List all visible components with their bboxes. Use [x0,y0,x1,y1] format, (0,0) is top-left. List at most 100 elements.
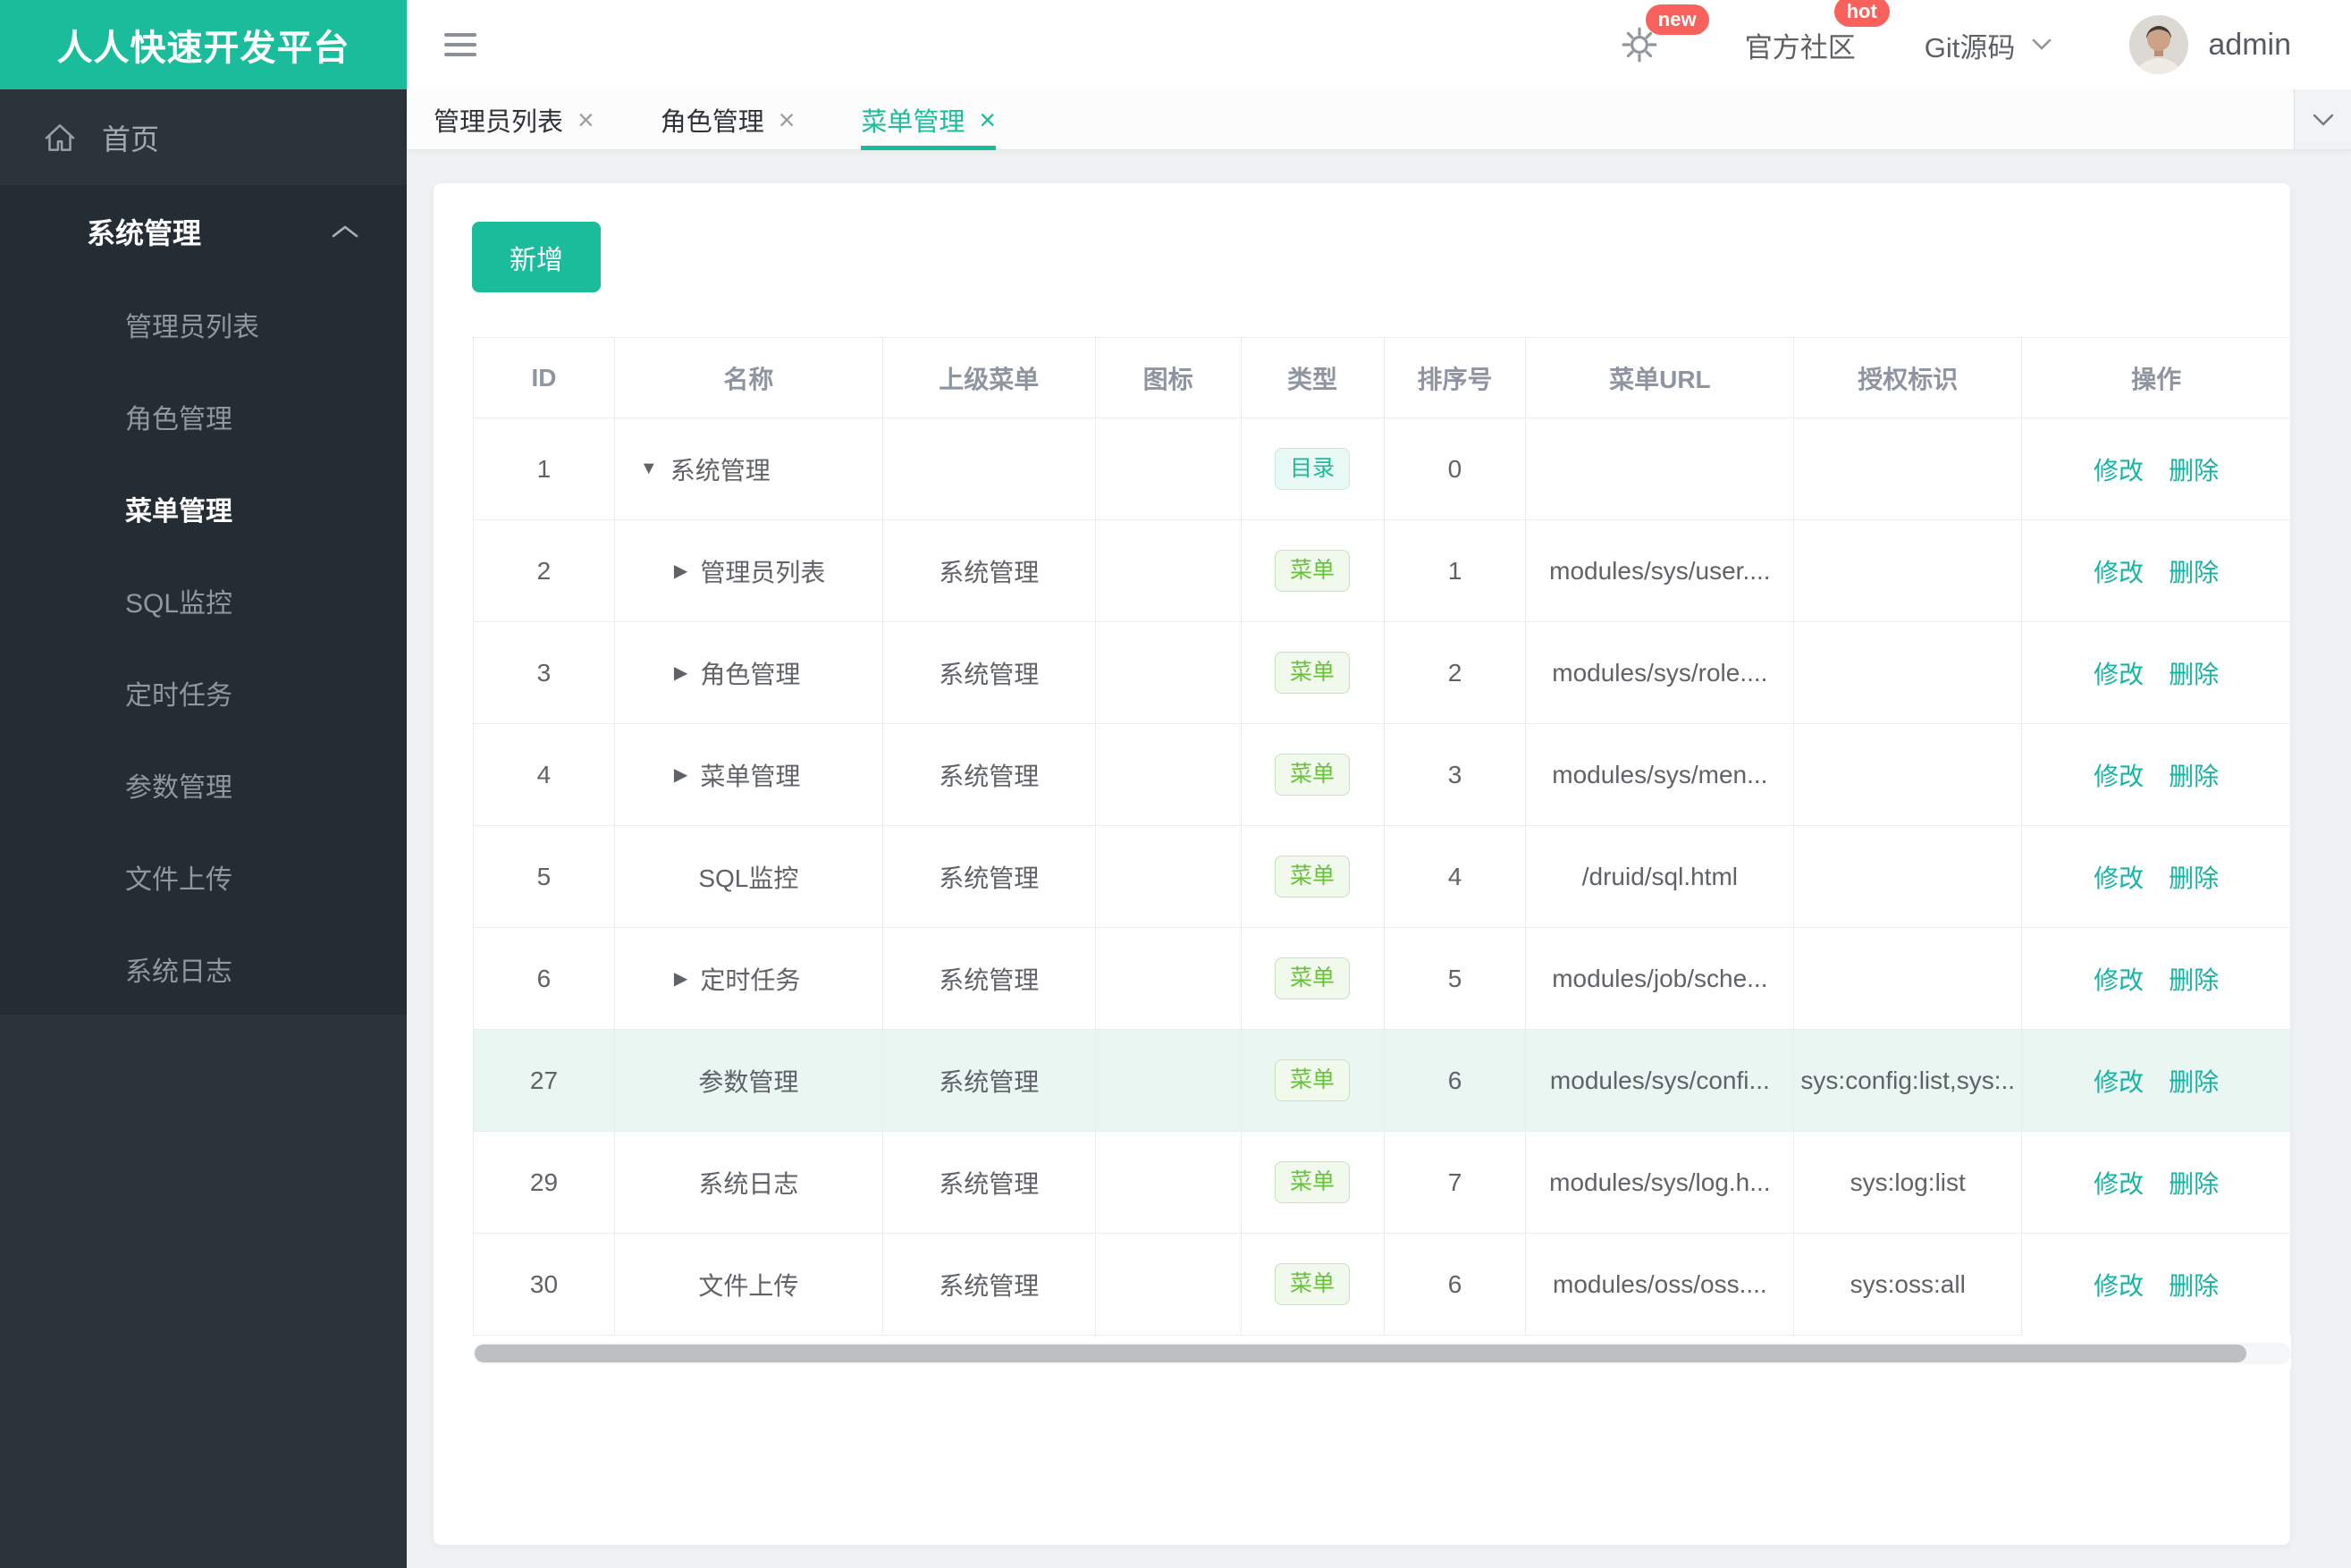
type-badge: 目录 [1275,447,1351,491]
delete-link[interactable]: 删除 [2169,451,2219,487]
delete-link[interactable]: 删除 [2169,553,2219,589]
delete-link[interactable]: 删除 [2169,961,2219,997]
menu-name: 系统日志 [698,1169,799,1198]
menu-name: 角色管理 [700,660,801,688]
table-row: 30 文件上传 系统管理 菜单 6 modules/oss/oss.... sys:oss:… [474,1234,2292,1336]
delete-link[interactable]: 删除 [2169,1165,2219,1201]
type-badge: 菜单 [1275,855,1351,898]
tabs-overflow-button[interactable] [2294,89,2351,149]
cell-type: 菜单 [1241,1234,1385,1336]
cell-parent-menu: 系统管理 [882,1030,1096,1132]
cell-auth: sys:oss:all [1794,1234,2023,1336]
cell-ops: 修改 删除 [2022,520,2291,622]
git-source-dropdown[interactable]: Git源码 [1925,25,2053,65]
sidebar-item-sql-monitor[interactable]: SQL监控 [0,554,407,646]
edit-link[interactable]: 修改 [2094,757,2144,793]
sidebar-group-system: 系统管理 管理员列表 角色管理 菜单管理 SQL监控 定时任务 参数管理 文件上传 系统日志 [0,185,407,1015]
tab-bar: 管理员列表 × 角色管理 × 菜单管理 × [407,89,2351,150]
edit-link[interactable]: 修改 [2094,1165,2144,1201]
expand-arrow-icon[interactable]: ▶ [674,763,687,786]
cell-type: 目录 [1241,418,1385,520]
edit-link[interactable]: 修改 [2094,961,2144,997]
edit-link[interactable]: 修改 [2094,859,2144,895]
edit-link[interactable]: 修改 [2094,655,2144,691]
cell-name: 系统日志 [614,1132,883,1234]
cell-id: 29 [474,1132,615,1234]
cell-menu-url: modules/job/sche... [1526,928,1795,1030]
chevron-down-icon [2313,114,2333,126]
cell-name: ▶ 管理员列表 [614,520,883,622]
column-header: 上级菜单 [882,338,1096,418]
edit-link[interactable]: 修改 [2094,553,2144,589]
sidebar-submenu: 管理员列表 角色管理 菜单管理 SQL监控 定时任务 参数管理 文件上传 系统日志 [0,278,407,1015]
sidebar-group-label: 系统管理 [87,217,202,249]
cell-icon [1095,1234,1242,1336]
type-badge: 菜单 [1275,1058,1351,1102]
cell-ops: 修改 删除 [2022,1030,2292,1132]
menu-toggle-button[interactable] [444,27,478,63]
git-label: Git源码 [1924,31,2016,63]
sidebar-item-system-log[interactable]: 系统日志 [0,923,407,1015]
type-badge: 菜单 [1275,1262,1351,1306]
cell-order: 3 [1384,724,1527,826]
cell-name: ▶ 角色管理 [614,622,883,724]
tab-admin-list[interactable]: 管理员列表 × [434,89,594,149]
tab-menu-mgmt[interactable]: 菜单管理 × [861,89,996,150]
user-menu[interactable]: admin [2129,15,2291,74]
column-header: 图标 [1095,338,1242,418]
expand-arrow-icon[interactable]: ▶ [674,662,687,684]
cell-order: 0 [1384,418,1527,520]
expand-arrow-icon[interactable]: ▶ [674,560,687,582]
cell-order: 1 [1384,520,1527,622]
collapse-arrow-icon[interactable]: ▼ [640,459,658,479]
delete-link[interactable]: 删除 [2169,1063,2219,1099]
cell-name: SQL监控 [614,826,883,928]
community-link[interactable]: 官方社区 hot [1745,0,1890,65]
column-header: 授权标识 [1794,338,2023,418]
close-icon[interactable]: × [577,105,594,134]
cell-parent-menu: 系统管理 [882,1234,1096,1336]
column-header: ID [474,338,615,418]
cell-parent-menu: 系统管理 [882,826,1096,928]
cell-parent-menu: 系统管理 [882,520,1096,622]
sidebar-item-param-mgmt[interactable]: 参数管理 [0,738,407,830]
scrollbar-thumb[interactable] [475,1345,2246,1362]
username: admin [2208,27,2291,62]
sidebar-item-admin-list[interactable]: 管理员列表 [0,278,407,370]
cell-type: 菜单 [1241,1030,1385,1132]
delete-link[interactable]: 删除 [2169,655,2219,691]
table-row: 1 ▼ 系统管理 目录 0 修改 删除 [474,418,2291,520]
cell-parent-menu: 系统管理 [882,622,1096,724]
sidebar-item-menu-mgmt[interactable]: 菜单管理 [0,462,407,554]
settings-button[interactable]: new [1621,4,1709,63]
edit-link[interactable]: 修改 [2094,1063,2144,1099]
cell-id: 30 [474,1234,615,1336]
sidebar-item-role-mgmt[interactable]: 角色管理 [0,370,407,462]
add-button[interactable]: 新增 [472,222,601,292]
table-row: 29 系统日志 系统管理 菜单 7 modules/sys/log.h... sys:log… [474,1132,2292,1234]
menu-name: 参数管理 [698,1067,799,1096]
tab-label: 管理员列表 [434,107,564,137]
table-row: 6 ▶ 定时任务 系统管理 菜单 5 modules/job/sche... 修改 删除 [474,928,2291,1030]
avatar [2129,15,2189,74]
sidebar-item-scheduled-tasks[interactable]: 定时任务 [0,646,407,738]
chevron-up-icon [332,225,358,238]
sidebar-item-file-upload[interactable]: 文件上传 [0,830,407,923]
cell-parent-menu: 系统管理 [882,928,1096,1030]
delete-link[interactable]: 删除 [2169,1267,2219,1302]
delete-link[interactable]: 删除 [2169,757,2219,793]
expand-arrow-icon[interactable]: ▶ [674,967,687,990]
sidebar-group-toggle[interactable]: 系统管理 [0,185,407,278]
cell-parent-menu [882,418,1096,520]
edit-link[interactable]: 修改 [2094,1267,2144,1302]
cell-type: 菜单 [1241,1132,1385,1234]
tab-role-mgmt[interactable]: 角色管理 × [661,89,796,149]
close-icon[interactable]: × [779,105,796,134]
sidebar-item-home[interactable]: 首页 [0,89,407,185]
menu-name: SQL监控 [698,864,799,892]
close-icon[interactable]: × [979,105,996,134]
delete-link[interactable]: 删除 [2169,859,2219,895]
edit-link[interactable]: 修改 [2094,451,2144,487]
cell-menu-url: modules/oss/oss.... [1526,1234,1795,1336]
cell-id: 4 [474,724,615,826]
